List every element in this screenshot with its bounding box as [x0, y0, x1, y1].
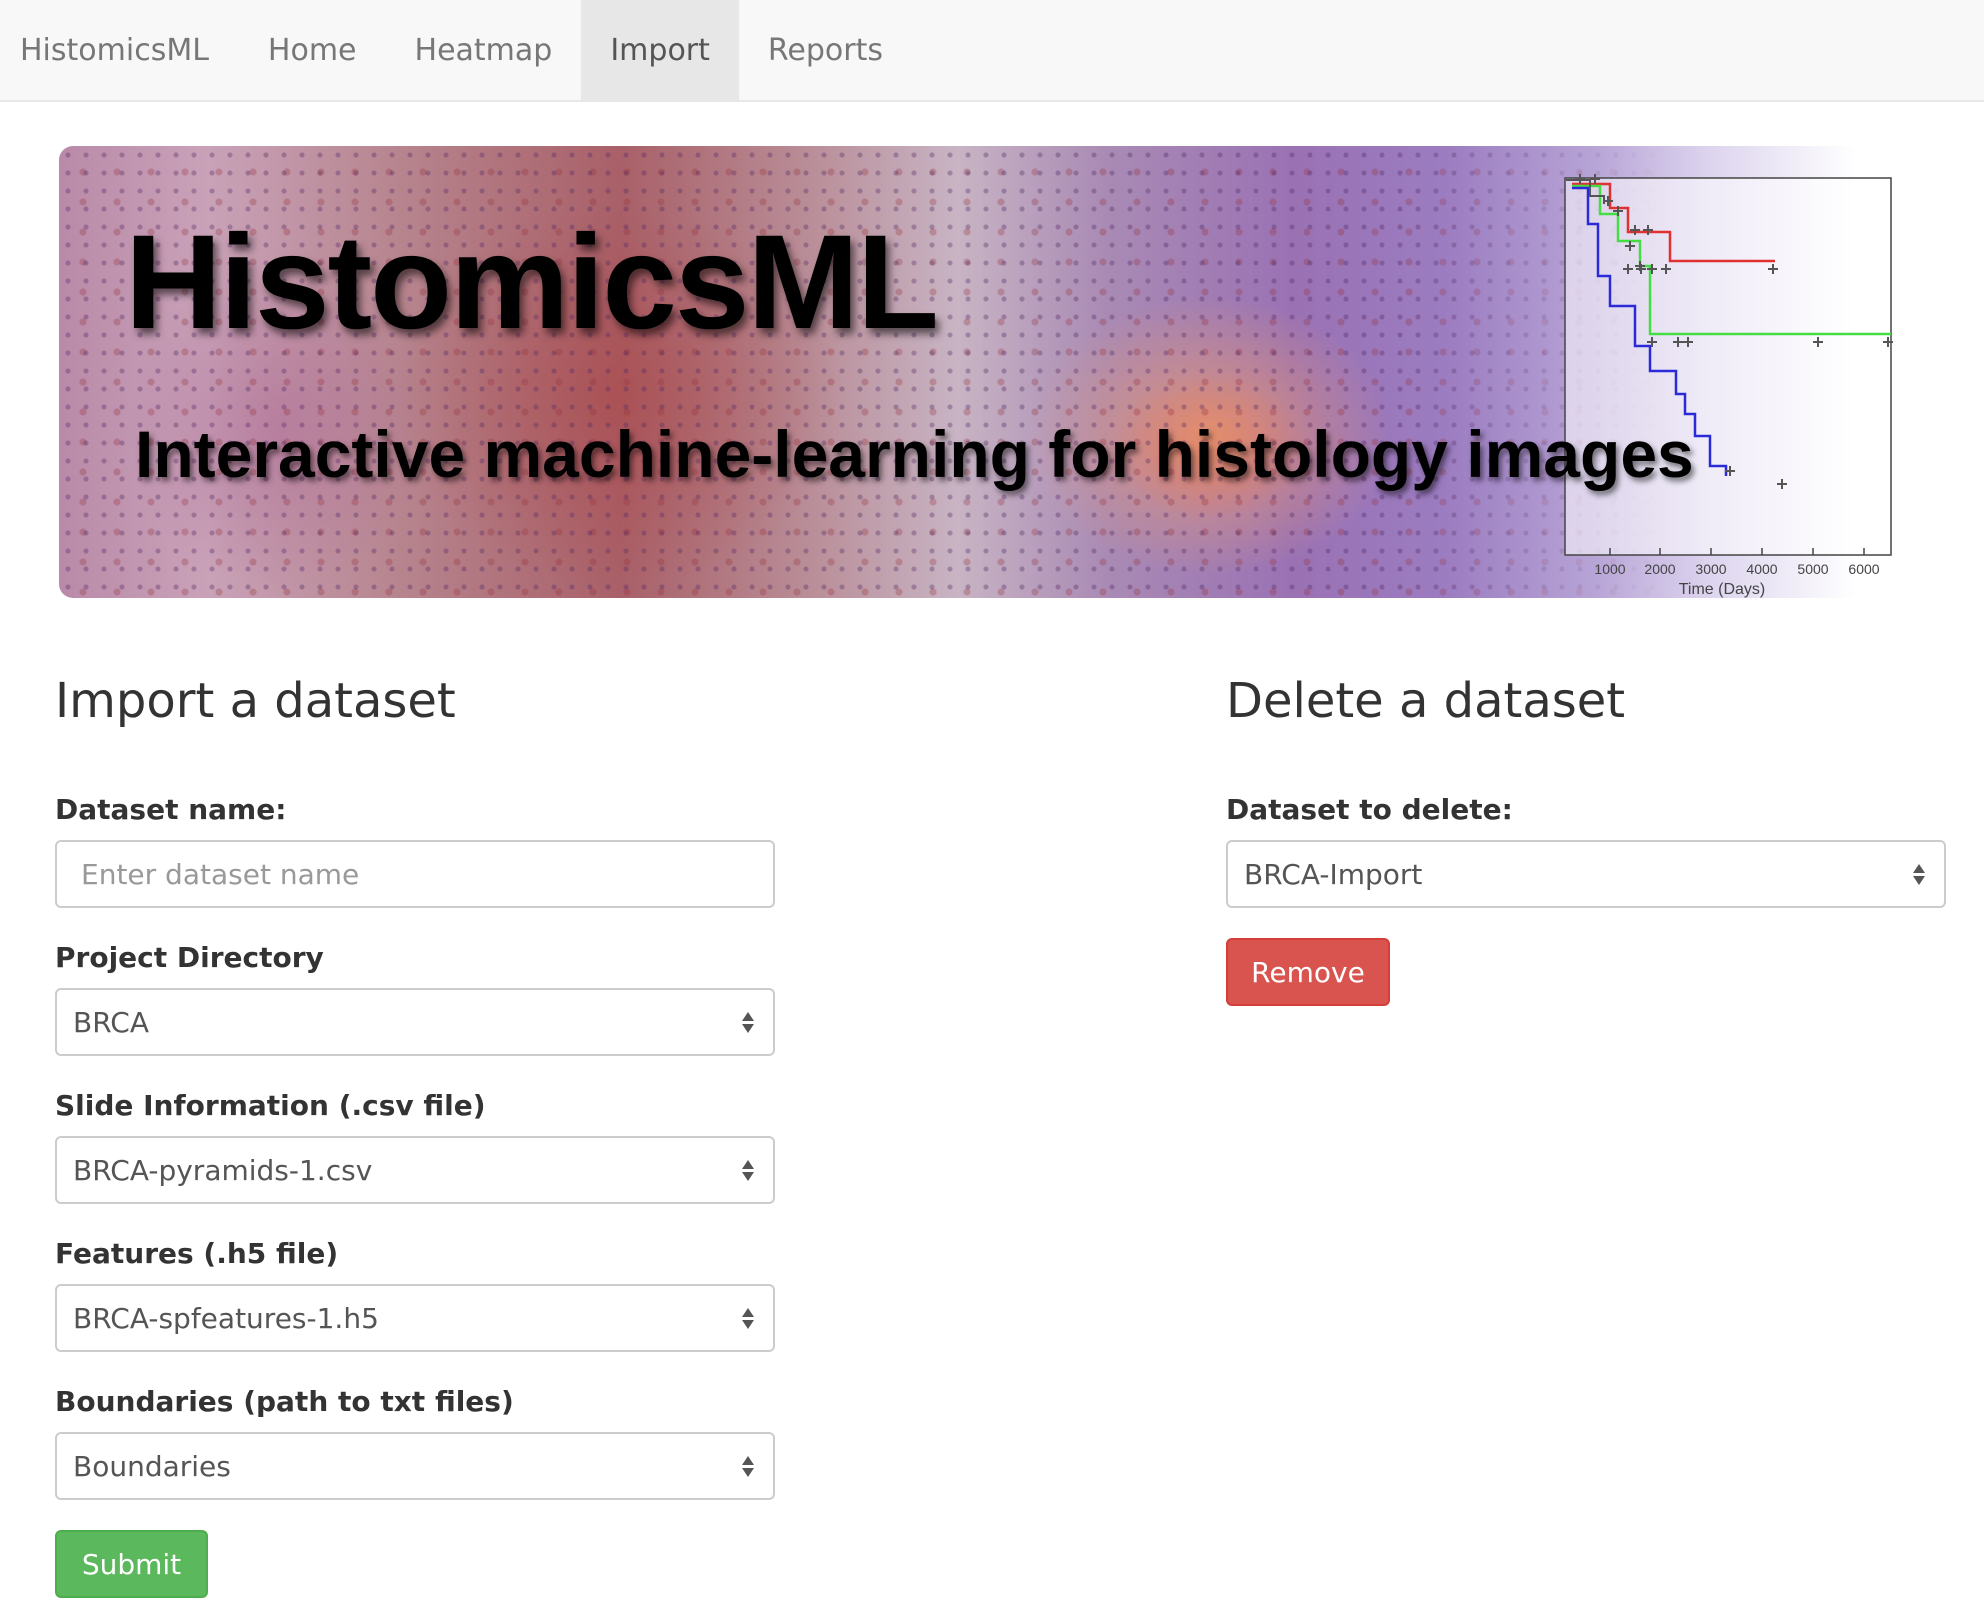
features-select[interactable]: BRCA-spfeatures-1.h5	[55, 1284, 775, 1352]
dataset-to-delete-select[interactable]: BRCA-Import	[1226, 840, 1946, 908]
plot-frame	[1564, 177, 1892, 556]
project-directory-value: BRCA	[73, 1005, 149, 1039]
header-banner: 1000 2000 3000 4000 5000 6000 Time (Days…	[59, 146, 1931, 598]
features-label: Features (.h5 file)	[55, 1237, 339, 1270]
project-directory-select[interactable]: BRCA	[55, 988, 775, 1056]
slide-info-label: Slide Information (.csv file)	[55, 1089, 486, 1122]
slide-info-value: BRCA-pyramids-1.csv	[73, 1153, 373, 1187]
banner-title: HistomicsML	[125, 208, 939, 357]
select-arrows-icon	[739, 1307, 757, 1329]
dataset-to-delete-label: Dataset to delete:	[1226, 793, 1513, 826]
nav-item-import[interactable]: Import	[581, 0, 739, 100]
x-tick-label: 4000	[1746, 561, 1777, 577]
x-tick-label: 1000	[1594, 561, 1625, 577]
banner-subtitle: Interactive machine-learning for histolo…	[135, 417, 1694, 491]
select-arrows-icon	[739, 1159, 757, 1181]
select-arrows-icon	[1910, 863, 1928, 885]
features-value: BRCA-spfeatures-1.h5	[73, 1301, 379, 1335]
remove-button[interactable]: Remove	[1226, 938, 1390, 1006]
dataset-name-input[interactable]	[55, 840, 775, 908]
select-arrows-icon	[739, 1455, 757, 1477]
boundaries-value: Boundaries	[73, 1449, 231, 1483]
top-navbar: HistomicsML Home Heatmap Import Reports	[0, 0, 1984, 102]
delete-panel-title: Delete a dataset	[1226, 673, 1626, 729]
x-tick-label: 6000	[1848, 561, 1879, 577]
navbar-brand-link[interactable]: HistomicsML	[0, 0, 239, 100]
dataset-to-delete-value: BRCA-Import	[1244, 857, 1423, 891]
boundaries-select[interactable]: Boundaries	[55, 1432, 775, 1500]
nav-item-home[interactable]: Home	[239, 0, 386, 100]
project-directory-label: Project Directory	[55, 941, 324, 974]
import-panel-title: Import a dataset	[55, 673, 456, 729]
submit-button[interactable]: Submit	[55, 1530, 208, 1598]
x-tick-label: 5000	[1797, 561, 1828, 577]
survival-curve-plot: 1000 2000 3000 4000 5000 6000 Time (Days…	[1564, 174, 1893, 598]
x-tick-label: 3000	[1695, 561, 1726, 577]
slide-info-select[interactable]: BRCA-pyramids-1.csv	[55, 1136, 775, 1204]
select-arrows-icon	[739, 1011, 757, 1033]
boundaries-label: Boundaries (path to txt files)	[55, 1385, 514, 1418]
nav-item-heatmap[interactable]: Heatmap	[386, 0, 582, 100]
x-tick-label: 2000	[1644, 561, 1675, 577]
dataset-name-label: Dataset name:	[55, 793, 287, 826]
nav-item-reports[interactable]: Reports	[739, 0, 912, 100]
x-axis-label: Time (Days)	[1679, 581, 1766, 598]
